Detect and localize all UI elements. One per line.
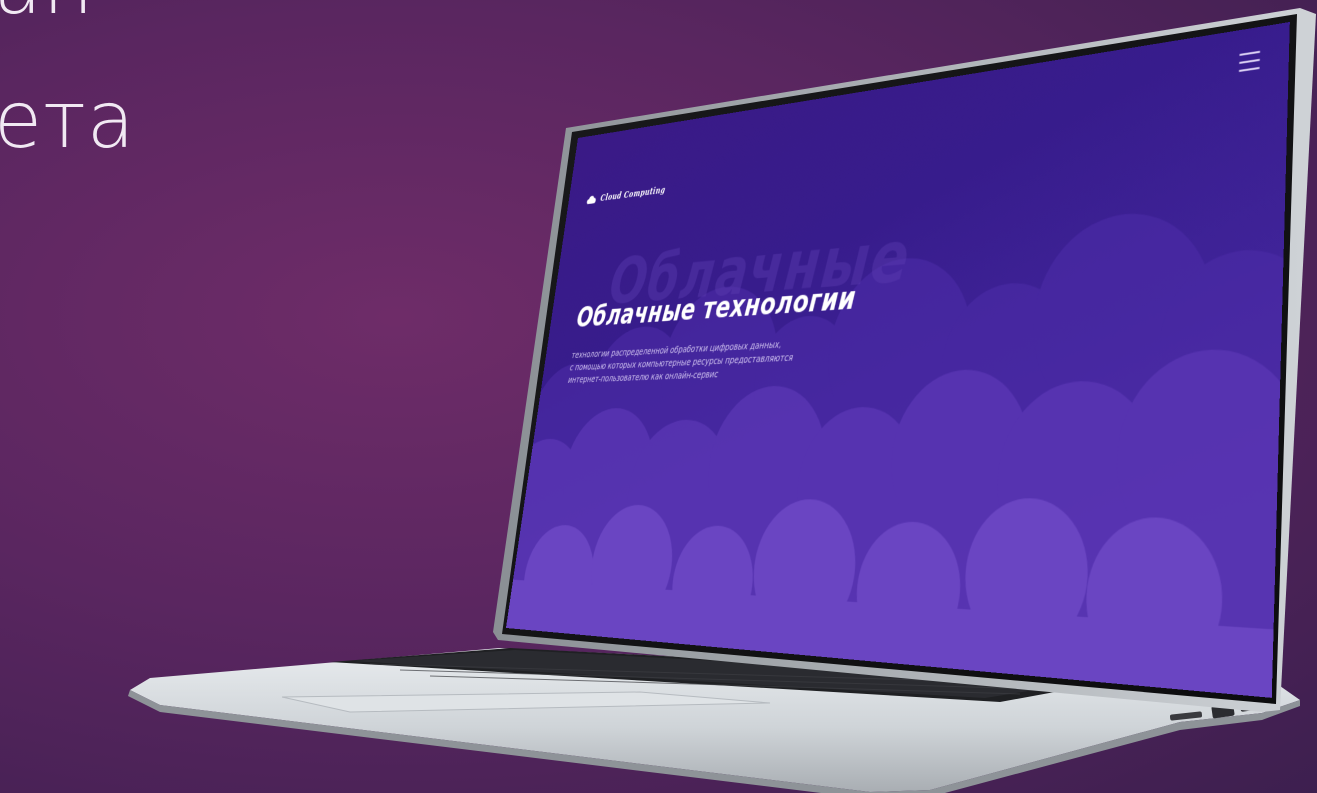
laptop-mockup: Cloud Computing Облачные Облачные технол… (0, 0, 1317, 793)
cloud-icon (586, 194, 597, 204)
hamburger-menu-icon[interactable] (1238, 50, 1261, 73)
